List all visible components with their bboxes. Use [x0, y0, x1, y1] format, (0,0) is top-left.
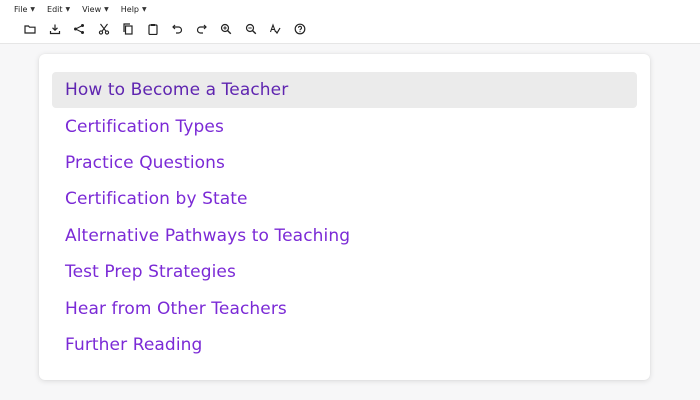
- zoom-out-icon: [245, 23, 257, 35]
- link-certification-by-state[interactable]: Certification by State: [65, 189, 248, 209]
- list-item-test-prep-strategies[interactable]: Test Prep Strategies: [52, 254, 637, 290]
- list-item-further-reading[interactable]: Further Reading: [52, 327, 637, 363]
- spellcheck-icon: [270, 23, 281, 35]
- scissors-icon: [98, 23, 109, 35]
- copy-icon: [123, 23, 133, 35]
- clipboard-icon: [148, 24, 158, 35]
- zoom-in-button[interactable]: [214, 20, 239, 38]
- app-window: File ▼ Edit ▼ View ▼ Help ▼ How to Becom…: [0, 0, 700, 400]
- link-practice-questions[interactable]: Practice Questions: [65, 153, 225, 173]
- list-item-hear-from-other-teachers[interactable]: Hear from Other Teachers: [52, 290, 637, 326]
- list-item-certification-types[interactable]: Certification Types: [52, 108, 637, 144]
- menu-view-label: View: [82, 4, 102, 14]
- undo-button[interactable]: [165, 20, 190, 38]
- menu-file-label: File: [14, 4, 28, 14]
- cut-button[interactable]: [92, 20, 117, 38]
- share-button[interactable]: [67, 20, 92, 38]
- navigation-card: How to Become a Teacher Certification Ty…: [39, 54, 650, 380]
- help-icon: [294, 23, 306, 35]
- menu-edit-label: Edit: [47, 4, 63, 14]
- list-item-how-to-become-a-teacher[interactable]: How to Become a Teacher: [52, 72, 637, 109]
- list-item-alternative-pathways[interactable]: Alternative Pathways to Teaching: [52, 218, 637, 254]
- link-certification-types[interactable]: Certification Types: [65, 117, 224, 137]
- help-button[interactable]: [288, 20, 313, 38]
- menu-bar: File ▼ Edit ▼ View ▼ Help ▼: [14, 3, 147, 15]
- redo-button[interactable]: [190, 20, 215, 38]
- folder-icon: [24, 25, 36, 34]
- paste-button[interactable]: [141, 20, 166, 38]
- copy-button[interactable]: [116, 20, 141, 38]
- caret-down-icon: ▼: [142, 5, 147, 13]
- redo-icon: [196, 24, 207, 34]
- menu-help[interactable]: Help ▼: [121, 5, 147, 14]
- caret-down-icon: ▼: [65, 5, 71, 13]
- menu-edit[interactable]: Edit ▼: [47, 5, 70, 14]
- spellcheck-button[interactable]: [263, 20, 288, 38]
- list-item-certification-by-state[interactable]: Certification by State: [52, 181, 637, 217]
- caret-down-icon: ▼: [104, 5, 109, 13]
- link-further-reading[interactable]: Further Reading: [65, 335, 202, 355]
- link-test-prep-strategies[interactable]: Test Prep Strategies: [65, 262, 236, 282]
- link-how-to-become-a-teacher[interactable]: How to Become a Teacher: [65, 80, 288, 100]
- top-chrome: File ▼ Edit ▼ View ▼ Help ▼: [0, 0, 700, 44]
- menu-file[interactable]: File ▼: [14, 5, 35, 14]
- link-hear-from-other-teachers[interactable]: Hear from Other Teachers: [65, 299, 287, 319]
- zoom-in-icon: [221, 23, 232, 35]
- toolbar: [18, 20, 312, 38]
- list-item-practice-questions[interactable]: Practice Questions: [52, 145, 637, 181]
- menu-help-label: Help: [120, 4, 139, 14]
- share-icon: [74, 24, 85, 34]
- zoom-out-button[interactable]: [239, 20, 264, 38]
- menu-view[interactable]: View ▼: [82, 5, 109, 14]
- download-button[interactable]: [43, 20, 68, 38]
- undo-icon: [172, 24, 183, 34]
- open-folder-button[interactable]: [18, 20, 43, 38]
- navigation-list: How to Become a Teacher Certification Ty…: [52, 72, 637, 363]
- download-icon: [49, 24, 60, 35]
- caret-down-icon: ▼: [30, 5, 36, 13]
- link-alternative-pathways[interactable]: Alternative Pathways to Teaching: [65, 226, 350, 246]
